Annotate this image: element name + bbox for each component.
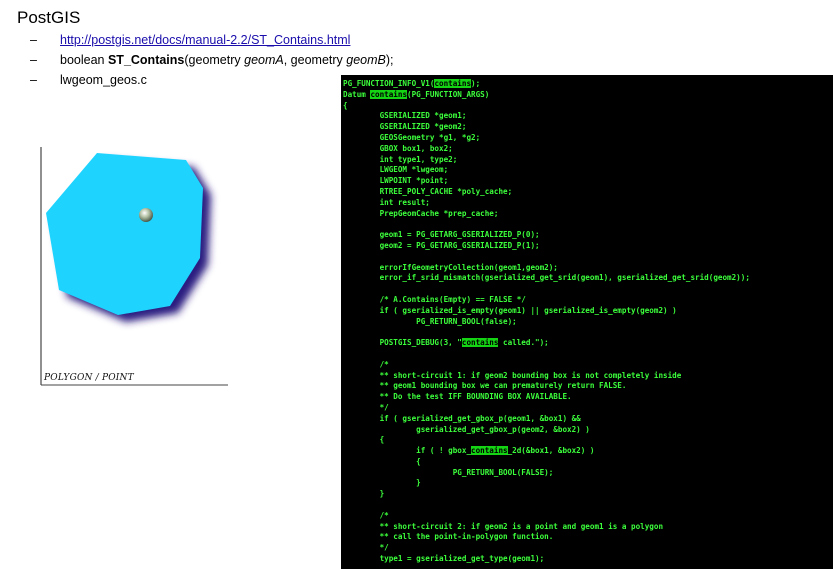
sig-close: ); [385, 53, 394, 67]
code-line: */ [343, 543, 389, 553]
sig-open: (geometry [184, 53, 245, 67]
code-line: if ( gserialized_is_empty(geom1) || gser… [343, 305, 677, 315]
code-line: if ( gserialized_get_gbox_p(geom1, &box1… [343, 413, 581, 423]
function-name: ST_Contains [107, 53, 185, 67]
code-line: ** short-circuit 2: if geom2 is a point … [343, 521, 664, 531]
code-line: PG_RETURN_BOOL(FALSE); [343, 467, 554, 477]
bullet-dash: – [30, 53, 37, 67]
bullet-list: – http://postgis.net/docs/manual-2.2/ST_… [30, 32, 394, 92]
code-line: POSTGIS_DEBUG(3, "contains called."); [343, 338, 549, 348]
code-line: geom2 = PG_GETARG_GSERIALIZED_P(1); [343, 240, 540, 250]
code-line: gserialized_get_gbox_p(geom2, &box2) ) [343, 424, 590, 434]
bullet-item-file: – lwgeom_geos.c [30, 72, 394, 92]
arg-a: geomA [244, 53, 284, 67]
code-line: LWPOINT *point; [343, 176, 449, 186]
code-line: GSERIALIZED *geom2; [343, 122, 467, 132]
code-line: error_if_srid_mismatch(gserialized_get_s… [343, 273, 750, 283]
polygon-point-figure: POLYGON / POINT [40, 147, 228, 389]
code-line: LWGEOM *lwgeom; [343, 165, 449, 175]
highlighted-keyword: contains [370, 89, 408, 99]
code-line: GEOSGeometry *g1, *g2; [343, 132, 481, 142]
code-line: /* [343, 510, 389, 520]
code-line: /* [343, 359, 389, 369]
code-line: ** call the point-in-polygon function. [343, 532, 554, 542]
code-line: { [343, 435, 385, 445]
code-line: int type1, type2; [343, 154, 458, 164]
figure-caption: POLYGON / POINT [44, 373, 134, 383]
code-line: errorIfGeometryCollection(geom1,geom2); [343, 262, 558, 272]
sig-mid: , geometry [283, 53, 347, 67]
code-line: Datum contains(PG_FUNCTION_ARGS) [343, 89, 490, 99]
code-screenshot: PG_FUNCTION_INFO_V1(contains); Datum cont… [341, 75, 833, 569]
highlighted-keyword: contains [434, 79, 472, 88]
code-line: geom1 = PG_GETARG_GSERIALIZED_P(0); [343, 230, 540, 240]
source-file: lwgeom_geos.c [60, 73, 147, 87]
return-type: boolean [60, 53, 108, 67]
code-line: /* A.Contains(Empty) == FALSE */ [343, 294, 526, 304]
point-marker [139, 208, 153, 222]
code-line: PG_RETURN_BOOL(false); [343, 316, 517, 326]
polygon-point-illustration [40, 147, 228, 386]
bullet-dash: – [30, 73, 37, 87]
code-line: RTREE_POLY_CACHE *poly_cache; [343, 186, 513, 196]
code-line: if ( ! gbox_contains_2d(&box1, &box2) ) [343, 446, 595, 456]
polygon-shape [46, 153, 203, 315]
bullet-dash: – [30, 33, 37, 47]
slide-title: PostGIS [17, 8, 81, 27]
code-line: ** short-circuit 1: if geom2 bounding bo… [343, 370, 682, 380]
arg-b: geomB [346, 53, 386, 67]
code-line: GBOX box1, box2; [343, 143, 453, 153]
code-line: } [343, 478, 421, 488]
code-line: { [343, 100, 348, 110]
code-line: { [343, 456, 421, 466]
function-signature: boolean ST_Contains(geometry geomA, geom… [60, 52, 394, 72]
code-line: */ [343, 402, 389, 412]
code-line: PG_FUNCTION_INFO_V1(contains); [343, 79, 481, 88]
code-line: ** geom1 bounding box we can prematurely… [343, 381, 627, 391]
bullet-item-signature: – boolean ST_Contains(geometry geomA, ge… [30, 52, 394, 72]
code-line: PrepGeomCache *prep_cache; [343, 208, 499, 218]
code-line: GSERIALIZED *geom1; [343, 111, 467, 121]
bullet-item-link: – http://postgis.net/docs/manual-2.2/ST_… [30, 32, 394, 52]
code-line: int result; [343, 197, 430, 207]
code-block: PG_FUNCTION_INFO_V1(contains); Datum cont… [341, 75, 833, 565]
highlighted-keyword: contains [471, 446, 508, 456]
code-line: type1 = gserialized_get_type(geom1); [343, 554, 545, 564]
highlighted-keyword: contains [461, 338, 499, 348]
code-line: } [343, 489, 385, 499]
code-line: ** Do the test IFF BOUNDING BOX AVAILABL… [343, 392, 572, 402]
docs-link[interactable]: http://postgis.net/docs/manual-2.2/ST_Co… [60, 32, 350, 52]
